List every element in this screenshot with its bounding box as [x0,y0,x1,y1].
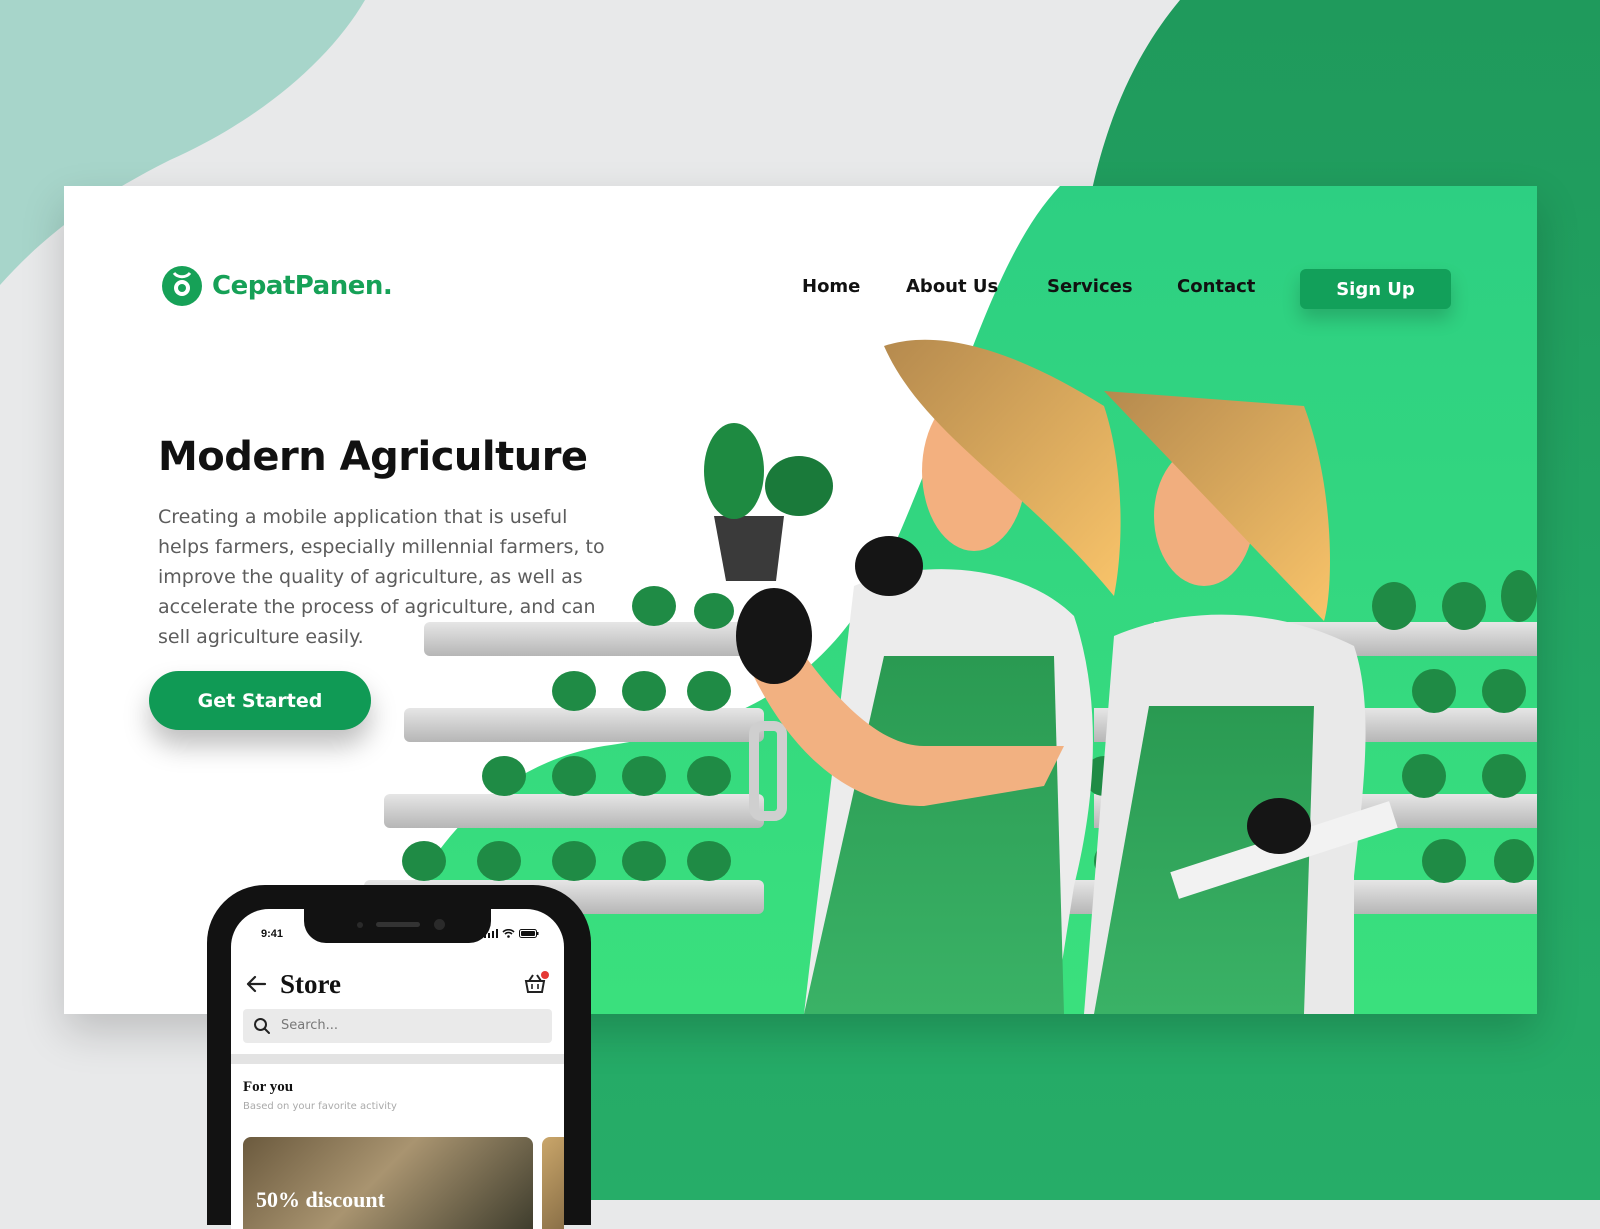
signal-icon [484,929,498,938]
status-time: 9:41 [261,928,284,940]
get-started-button[interactable]: Get Started [149,671,371,730]
promo-card-next[interactable] [542,1137,564,1229]
search-icon [254,1018,270,1034]
store-header: Store [245,969,555,1005]
phone-mockup: 9:41 Store Search... For you Based on yo… [207,885,591,1229]
nav-contact[interactable]: Contact [1177,276,1255,297]
hero-title: Modern Agriculture [158,434,588,480]
phone-screen: 9:41 Store Search... For you Based on yo… [231,909,564,1229]
basket-icon[interactable] [523,971,549,995]
wifi-icon [502,929,515,938]
sign-up-button[interactable]: Sign Up [1300,269,1451,309]
promo-card[interactable]: 50% discount [243,1137,533,1229]
nav-services[interactable]: Services [1047,276,1133,297]
section-divider [231,1054,564,1064]
back-arrow-icon[interactable] [245,975,267,993]
brand-logo[interactable]: CepatPanen. [160,264,393,308]
phone-speaker [376,922,420,927]
for-you-subtitle: Based on your favorite activity [243,1101,397,1112]
front-camera [434,919,445,930]
nav-about-us[interactable]: About Us [906,276,998,297]
status-icons [484,929,539,938]
logo-icon [162,266,202,306]
promo-text: 50% discount [256,1187,385,1212]
store-title: Store [280,969,341,999]
search-placeholder: Search... [281,1018,339,1033]
phone-notch [304,909,491,943]
sensor-dot [357,922,363,928]
search-input[interactable]: Search... [243,1009,552,1043]
battery-icon [519,929,539,938]
nav-home[interactable]: Home [802,276,860,297]
for-you-heading: For you [243,1079,294,1095]
hero-description: Creating a mobile application that is us… [158,506,605,648]
brand-name: CepatPanen. [212,271,393,301]
